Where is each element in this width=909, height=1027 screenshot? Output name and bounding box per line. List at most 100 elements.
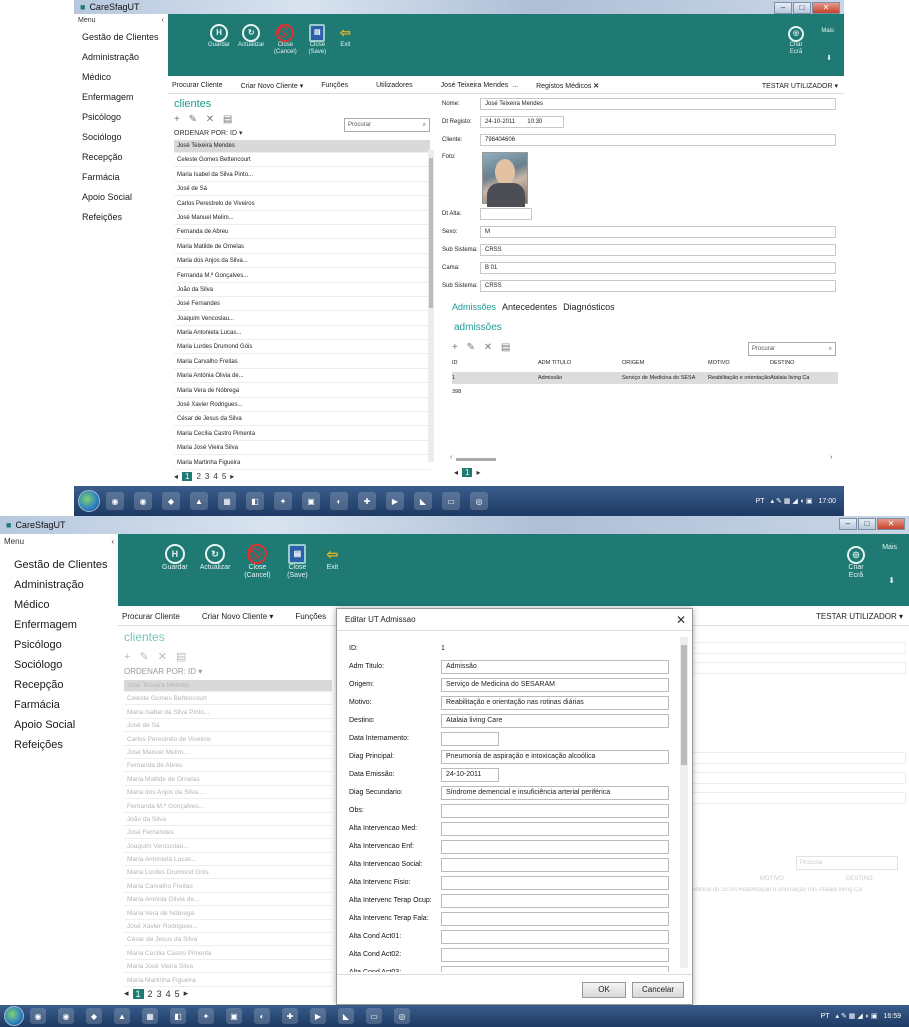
client-row[interactable]: Maria José Vieira Silva [124,961,332,974]
client-row[interactable]: Fernanda de Abreu [174,226,430,240]
close-cancel-button[interactable]: ⃠Close (Cancel) [242,544,272,580]
client-row[interactable]: José de Sá [124,720,332,733]
language-indicator[interactable]: PT [821,1013,830,1020]
taskbar-app-icon[interactable]: ▦ [142,1008,158,1024]
taskbar-app-icon[interactable]: ◧ [170,1008,186,1024]
client-row[interactable]: Maria Carvalho Freitas [124,881,332,893]
client-row[interactable]: Carlos Perestrelo de Viveiros [124,734,332,746]
grid-column-header[interactable]: MOTIVO [708,360,770,370]
taskbar-app-icon[interactable]: ◐ [254,1008,270,1024]
pin-icon[interactable]: ⬇ [826,54,832,62]
menu-item[interactable]: Farmácia [82,167,168,187]
dialog-field-input[interactable] [441,929,669,944]
client-row[interactable]: Fernanda M.ª Gonçalves... [124,801,332,813]
pager-page[interactable]: 1 [132,988,144,999]
subtab-item[interactable]: Antecedentes [502,302,557,312]
menu-item[interactable]: Administração [82,47,168,67]
grid-row[interactable]: 398 [452,386,838,398]
taskbar-app-icon[interactable]: ▣ [302,492,320,510]
tab-procurar-cliente[interactable]: Procurar Cliente [172,82,223,89]
scroll-left-icon[interactable]: ‹ [450,454,452,461]
dialog-field-input[interactable] [441,893,669,908]
clients-search[interactable]: Procurar ⌕ [344,118,430,132]
dialog-field-input[interactable]: Serviço de Medicina do SESARAM [441,677,669,692]
client-row[interactable]: Maria Isabel da Silva Pinto... [124,707,332,719]
dialog-field-input[interactable] [441,911,669,926]
close-window-button[interactable]: ✕ [812,2,840,14]
menu-item[interactable]: Gestão de Clientes [82,27,168,47]
pin-icon[interactable]: ⬇ [888,576,895,585]
dialog-field-input[interactable] [441,821,669,836]
close-window-button[interactable]: ✕ [877,518,905,530]
client-row[interactable]: Maria Carvalho Freitas [174,356,430,369]
menu-item[interactable]: Administração [14,575,118,595]
taskbar-app-icon[interactable]: ◉ [30,1008,46,1024]
client-row[interactable]: Maria Cecília Castro Pimenta [174,428,430,441]
clients-scrollbar[interactable] [428,150,434,462]
criar-ecra-button[interactable]: ◎ Criar Ecrã [784,26,808,56]
sexo-field[interactable]: M [480,226,836,238]
client-row[interactable]: José Manuel Melim... [124,747,332,759]
tab-funcoes[interactable]: Funções [321,82,348,89]
pager-page[interactable]: 5 [175,989,180,999]
taskbar-app-icon[interactable]: ◉ [58,1008,74,1024]
admissoes-search[interactable]: Procurar ⌕ [748,342,836,356]
menu-item[interactable]: Recepção [82,147,168,167]
maximize-button[interactable]: □ [858,518,876,530]
clients-toolbar[interactable]: + ✎ ✕ ▤ [124,650,334,663]
menu-item[interactable]: Enfermagem [14,615,118,635]
client-row[interactable]: José Manuel Melim... [174,212,430,225]
tray-icons[interactable]: ▴ ✎ ▦ ◢ ◖ ▣ [836,1012,878,1020]
taskbar-app-icon[interactable]: ✦ [274,492,292,510]
pager-next[interactable]: ▸ [184,988,189,999]
taskbar-app-icon[interactable]: ◉ [106,492,124,510]
pager-next[interactable]: ▸ [476,468,480,477]
client-row[interactable]: Maria Matilde de Ornelas [174,241,430,254]
pager-page[interactable]: 1 [462,468,473,477]
start-button[interactable] [78,490,100,512]
pager-page[interactable]: 5 [222,472,226,481]
dialog-field-input[interactable] [441,857,669,872]
menu-item[interactable]: Psicólogo [14,635,118,655]
dialog-field-input[interactable]: 24-10-2011 [441,767,499,782]
pager-prev[interactable]: ◂ [454,468,458,477]
client-row[interactable]: José Xavier Rodrigues... [174,399,430,413]
pager-page[interactable]: 4 [166,989,171,999]
client-row[interactable]: César de Jesus da Silva [174,413,430,427]
taskbar-app-icon[interactable]: ◎ [394,1008,410,1024]
dialog-field-input[interactable]: Síndrome demencial e insuficiência arter… [441,785,669,800]
sub-sistema2-field[interactable]: CRSS [480,280,836,292]
client-row[interactable]: Maria Lurdes Drumond Góis [174,341,430,355]
taskbar-app-icon[interactable]: ◉ [134,492,152,510]
pager-next[interactable]: ▸ [230,472,234,481]
clock[interactable]: 17:00 [818,498,836,505]
dialog-field-input[interactable] [441,731,499,746]
client-row[interactable]: Maria Antonieta Lucas... [174,327,430,341]
taskbar-app-icon[interactable]: ◎ [470,492,488,510]
taskbar-app-icon[interactable]: ▶ [310,1008,326,1024]
testar-utilizador-menu[interactable]: TESTAR UTILIZADOR ▾ [762,82,838,90]
taskbar-app-icon[interactable]: ▣ [226,1008,242,1024]
menu-item[interactable]: Farmácia [14,695,118,715]
pager-prev[interactable]: ◂ [174,472,178,481]
client-row[interactable]: Joaquim Vencoslau... [174,313,430,326]
menu-item[interactable]: Refeições [82,207,168,227]
taskbar-app-icon[interactable]: ◧ [246,492,264,510]
menu-item[interactable]: Recepção [14,675,118,695]
taskbar-app-icon[interactable]: ▦ [218,492,236,510]
client-row[interactable]: Fernanda M.ª Gonçalves... [174,270,430,283]
tab-overflow[interactable]: ... [512,82,518,89]
menu-item[interactable]: Apoio Social [82,187,168,207]
client-row[interactable]: Maria dos Anjos da Silva... [174,255,430,269]
client-row[interactable]: José Fernandes [124,827,332,840]
grid-row[interactable]: 1 Admissão Serviço de Medicina do SESA Reab… [452,372,838,384]
taskbar-app-icon[interactable]: ✦ [198,1008,214,1024]
ok-button[interactable]: OK [582,981,626,998]
pager-page[interactable]: 3 [205,472,209,481]
client-row[interactable]: Maria Matilde de Ornelas [124,774,332,786]
subtab-item[interactable]: Diagnósticos [563,302,615,312]
client-row[interactable]: Maria Antónia Olivia de... [124,894,332,907]
taskbar-app-icon[interactable]: ◆ [162,492,180,510]
client-row[interactable]: Maria Isabel da Silva Pinto... [174,169,430,182]
client-row[interactable]: César de Jesus da Silva [124,934,332,947]
